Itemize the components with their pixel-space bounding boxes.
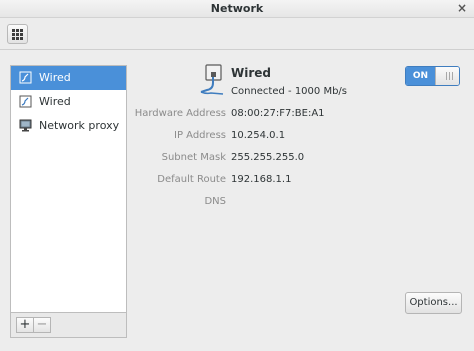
hardware-address-value: 08:00:27:F7:BE:A1 bbox=[231, 108, 325, 119]
close-button[interactable]: × bbox=[454, 1, 470, 17]
default-route-label: Default Route bbox=[157, 174, 226, 185]
sidebar-item-network-proxy[interactable]: Network proxy bbox=[11, 114, 126, 138]
toolbar bbox=[0, 18, 474, 50]
add-connection-button[interactable]: + bbox=[16, 317, 34, 333]
hardware-address-label: Hardware Address bbox=[134, 108, 226, 119]
wired-icon bbox=[200, 64, 224, 95]
subnet-mask-label: Subnet Mask bbox=[161, 152, 226, 163]
sidebar-item-wired-1[interactable]: Wired bbox=[11, 66, 126, 90]
network-proxy-icon bbox=[19, 119, 32, 132]
options-button[interactable]: Options... bbox=[405, 292, 462, 314]
connection-title: Wired bbox=[231, 66, 271, 80]
dns-label: DNS bbox=[204, 196, 226, 207]
default-route-value: 192.168.1.1 bbox=[231, 174, 292, 185]
remove-connection-button[interactable]: − bbox=[33, 317, 51, 333]
wired-icon bbox=[19, 71, 32, 84]
sidebar-item-label: Wired bbox=[39, 95, 71, 108]
ip-address-value: 10.254.0.1 bbox=[231, 130, 286, 141]
connection-status: Connected - 1000 Mb/s bbox=[231, 86, 347, 97]
switch-knob[interactable] bbox=[435, 67, 459, 85]
window-title: Network bbox=[210, 2, 264, 15]
subnet-mask-value: 255.255.255.0 bbox=[231, 152, 305, 163]
device-list: Wired Wired Network proxy bbox=[10, 65, 127, 313]
window-titlebar: Network × bbox=[0, 0, 474, 18]
show-applications-button[interactable] bbox=[7, 24, 28, 44]
sidebar-item-wired-2[interactable]: Wired bbox=[11, 90, 126, 114]
device-list-toolbar: + − bbox=[10, 313, 127, 338]
connection-toggle-switch[interactable]: ON bbox=[405, 66, 460, 86]
sidebar-item-label: Wired bbox=[39, 71, 71, 84]
wired-icon bbox=[19, 95, 32, 108]
sidebar-item-label: Network proxy bbox=[39, 119, 120, 132]
switch-on-label: ON bbox=[406, 67, 435, 85]
ip-address-label: IP Address bbox=[174, 130, 226, 141]
